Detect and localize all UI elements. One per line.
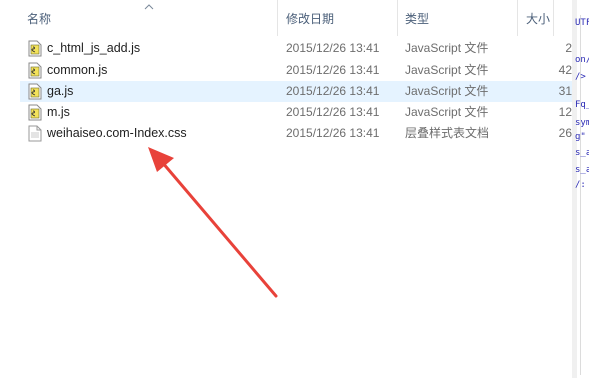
js-file-icon bbox=[28, 83, 42, 100]
js-file-icon bbox=[28, 40, 42, 57]
sort-ascending-icon bbox=[144, 4, 154, 10]
file-size: 2 bbox=[565, 41, 572, 55]
file-row[interactable]: m.js 2015/12/26 13:41 JavaScript 文件 12 bbox=[20, 102, 572, 123]
code-fragment: on/ bbox=[575, 55, 589, 65]
file-row[interactable]: ga.js 2015/12/26 13:41 JavaScript 文件 31 bbox=[20, 81, 572, 102]
file-size: 26 bbox=[558, 126, 572, 140]
file-size: 42 bbox=[558, 63, 572, 77]
code-fragment: /: bbox=[575, 180, 586, 190]
file-type: JavaScript 文件 bbox=[405, 105, 489, 119]
file-size: 12 bbox=[558, 105, 572, 119]
css-file-icon bbox=[28, 125, 42, 142]
file-name: weihaiseo.com-Index.css bbox=[47, 126, 187, 140]
file-name: common.js bbox=[47, 63, 108, 77]
file-type: 层叠样式表文档 bbox=[405, 126, 490, 140]
file-modified-date: 2015/12/26 13:41 bbox=[286, 105, 380, 119]
file-modified-date: 2015/12/26 13:41 bbox=[286, 63, 380, 77]
code-fragment: UTF bbox=[575, 18, 589, 28]
code-fragment: s_a bbox=[575, 165, 589, 175]
code-fragment: g" bbox=[575, 132, 586, 142]
column-divider[interactable] bbox=[277, 0, 278, 36]
file-row[interactable]: common.js 2015/12/26 13:41 JavaScript 文件 42 bbox=[20, 60, 572, 81]
file-type: JavaScript 文件 bbox=[405, 41, 489, 55]
file-name: c_html_js_add.js bbox=[47, 41, 141, 55]
file-type: JavaScript 文件 bbox=[405, 63, 489, 77]
code-fragment: /> bbox=[575, 72, 586, 82]
file-row[interactable]: c_html_js_add.js 2015/12/26 13:41 JavaScri… bbox=[20, 38, 572, 59]
file-name: ga.js bbox=[47, 84, 74, 98]
column-header-name[interactable]: 名称 bbox=[27, 0, 51, 36]
file-row[interactable]: weihaiseo.com-Index.css 2015/12/26 13:41 层… bbox=[20, 123, 572, 144]
file-modified-date: 2015/12/26 13:41 bbox=[286, 126, 380, 140]
column-header-type[interactable]: 类型 bbox=[405, 0, 429, 36]
code-fragment: sym bbox=[575, 118, 589, 128]
file-explorer-pane: 名称 修改日期 类型 大小 c_html_js_add.js 2015/12/26… bbox=[0, 0, 572, 378]
code-fragment: Fq_ bbox=[575, 100, 589, 110]
column-header-date[interactable]: 修改日期 bbox=[286, 0, 334, 36]
file-modified-date: 2015/12/26 13:41 bbox=[286, 41, 380, 55]
column-divider[interactable] bbox=[397, 0, 398, 36]
column-header-bar: 名称 修改日期 类型 大小 bbox=[0, 0, 572, 36]
file-type: JavaScript 文件 bbox=[405, 84, 489, 98]
column-header-size[interactable]: 大小 bbox=[526, 0, 550, 36]
code-fragment: s_a bbox=[575, 148, 589, 158]
column-divider[interactable] bbox=[553, 0, 554, 36]
file-size: 31 bbox=[558, 84, 572, 98]
column-divider[interactable] bbox=[517, 0, 518, 36]
file-name: m.js bbox=[47, 105, 70, 119]
editor-gutter-line bbox=[580, 15, 581, 375]
file-modified-date: 2015/12/26 13:41 bbox=[286, 84, 380, 98]
js-file-icon bbox=[28, 104, 42, 121]
js-file-icon bbox=[28, 62, 42, 79]
